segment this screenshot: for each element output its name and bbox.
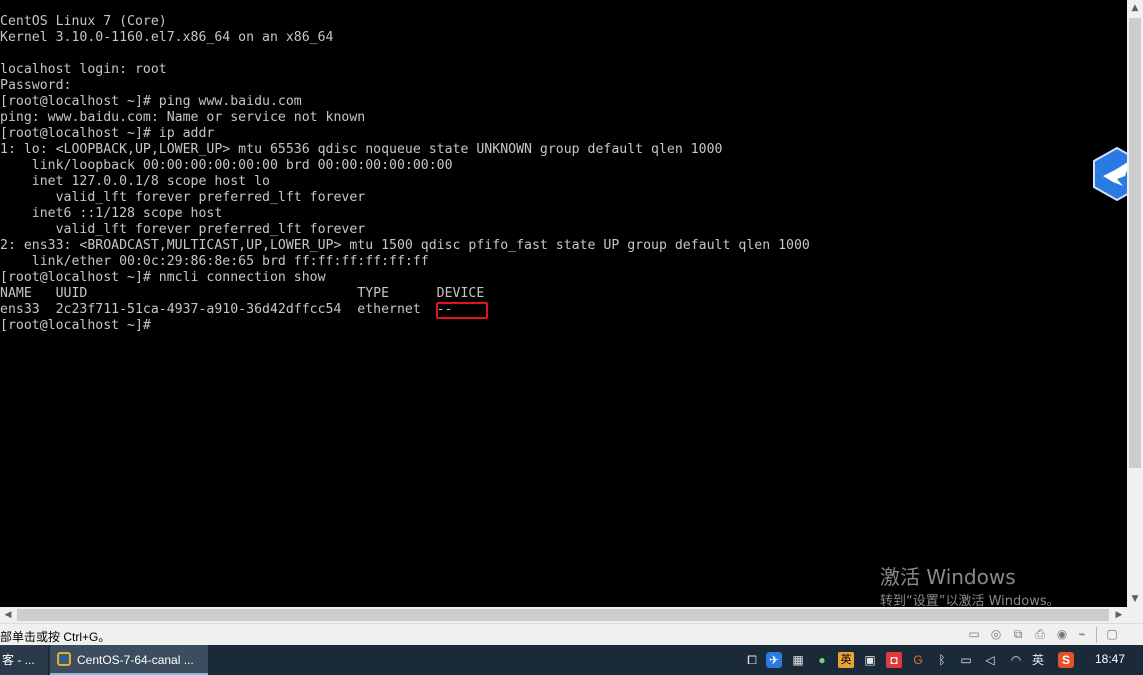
console-line: inet6 ::1/128 scope host <box>0 206 223 221</box>
console-line: ens33 2c23f711-51ca-4937-a910-36d42dffcc… <box>0 302 453 317</box>
window-manager-icon[interactable]: ▦ <box>790 652 806 668</box>
activate-windows-title: 激活 Windows <box>880 565 1016 589</box>
usb-icon[interactable]: ⌁ <box>1074 627 1090 642</box>
red-app-icon[interactable]: ◘ <box>886 652 902 668</box>
scroll-right-arrow-icon[interactable]: ▶ <box>1111 607 1127 623</box>
horizontal-scrollbar[interactable]: ◀ ▶ <box>0 607 1127 623</box>
console-line: valid_lft forever preferred_lft forever <box>0 222 366 237</box>
console-line: [root@localhost ~]# <box>0 318 151 333</box>
printer-icon[interactable]: ⎙ <box>1032 627 1048 642</box>
console-line: Kernel 3.10.0-1160.el7.x86_64 on an x86_… <box>0 30 334 45</box>
console-line: [root@localhost ~]# ping www.baidu.com <box>0 94 302 109</box>
bird-assistant-icon[interactable]: ✈ <box>766 652 782 668</box>
console-line: link/loopback 00:00:00:00:00:00 brd 00:0… <box>0 158 453 173</box>
message-icon[interactable]: ▢ <box>1104 627 1120 642</box>
floating-assistant-bird-icon[interactable] <box>1091 146 1127 202</box>
bluetooth-icon[interactable]: ᛒ <box>934 652 950 668</box>
scroll-down-arrow-icon[interactable]: ▼ <box>1127 591 1143 607</box>
taskbar-clock[interactable]: 18:47 <box>1095 652 1125 666</box>
console-line: [root@localhost ~]# ip addr <box>0 126 215 141</box>
status-divider <box>1096 627 1097 643</box>
vertical-scrollbar[interactable]: ▲ ▼ <box>1127 0 1143 607</box>
vm-status-bar: 部单击或按 Ctrl+G。 ▭ ◎ ⧉ ⎙ ◉ ⌁ ▢ <box>0 623 1143 645</box>
vmware-icon <box>57 652 71 666</box>
console-line: Password: <box>0 78 72 93</box>
taskbar-item-vmware[interactable]: CentOS-7-64-canal ... <box>50 645 208 675</box>
scroll-corner <box>1127 607 1143 623</box>
console-line: 2: ens33: <BROADCAST,MULTICAST,UP,LOWER_… <box>0 238 810 253</box>
taskbar-item-previous-label: 客 - ... <box>2 653 35 667</box>
sound-icon[interactable]: ◉ <box>1054 627 1070 642</box>
ime-badge-icon[interactable]: 英 <box>838 652 854 668</box>
ime-english-label[interactable]: 英 <box>1030 652 1046 668</box>
volume-muted-icon[interactable]: ◁ <box>982 652 998 668</box>
vm-console[interactable]: CentOS Linux 7 (Core) Kernel 3.10.0-1160.… <box>0 0 1127 607</box>
console-line: ping: www.baidu.com: Name or service not… <box>0 110 366 125</box>
browser-icon[interactable]: G <box>910 652 926 668</box>
scroll-up-arrow-icon[interactable]: ▲ <box>1127 0 1143 16</box>
console-line: localhost login: root <box>0 62 167 77</box>
taskbar-item-previous[interactable]: 客 - ... <box>0 645 48 675</box>
cd-icon[interactable]: ◎ <box>988 627 1004 642</box>
console-line: NAME UUID TYPE DEVICE <box>0 286 485 301</box>
horizontal-scroll-thumb[interactable] <box>17 609 1109 621</box>
taskbar-item-vmware-label: CentOS-7-64-canal ... <box>77 653 194 667</box>
console-line: inet 127.0.0.1/8 scope host lo <box>0 174 270 189</box>
console-line: 1: lo: <LOOPBACK,UP,LOWER_UP> mtu 65536 … <box>0 142 723 157</box>
console-output: CentOS Linux 7 (Core) Kernel 3.10.0-1160.… <box>0 14 810 334</box>
vertical-scroll-thumb[interactable] <box>1129 18 1141 468</box>
battery-icon[interactable]: ▭ <box>958 652 974 668</box>
network-icon[interactable]: ⧉ <box>1010 627 1026 642</box>
console-line: [root@localhost ~]# nmcli connection sho… <box>0 270 326 285</box>
wechat-icon[interactable]: ● <box>814 652 830 668</box>
status-hint-text: 部单击或按 Ctrl+G。 <box>0 630 111 644</box>
wifi-icon[interactable]: ◠ <box>1008 652 1024 668</box>
console-line: CentOS Linux 7 (Core) <box>0 14 167 29</box>
activate-windows-watermark: 激活 Windows 转到“设置”以激活 Windows。 <box>880 565 1060 607</box>
console-line: link/ether 00:0c:29:86:8e:65 brd ff:ff:f… <box>0 254 429 269</box>
scroll-left-arrow-icon[interactable]: ◀ <box>0 607 16 623</box>
app-tray-icon[interactable]: ▣ <box>862 652 878 668</box>
sogou-input-icon[interactable]: S <box>1058 652 1074 668</box>
hard-disk-icon[interactable]: ▭ <box>966 627 982 642</box>
device-highlight-box <box>436 302 488 319</box>
screenshot-tool-icon[interactable]: ⧠ <box>744 652 760 668</box>
windows-taskbar: 客 - ... CentOS-7-64-canal ... ⧠ ✈ ▦ ● 英 … <box>0 645 1143 675</box>
activate-windows-subtitle: 转到“设置”以激活 Windows。 <box>880 594 1060 607</box>
console-line: valid_lft forever preferred_lft forever <box>0 190 366 205</box>
